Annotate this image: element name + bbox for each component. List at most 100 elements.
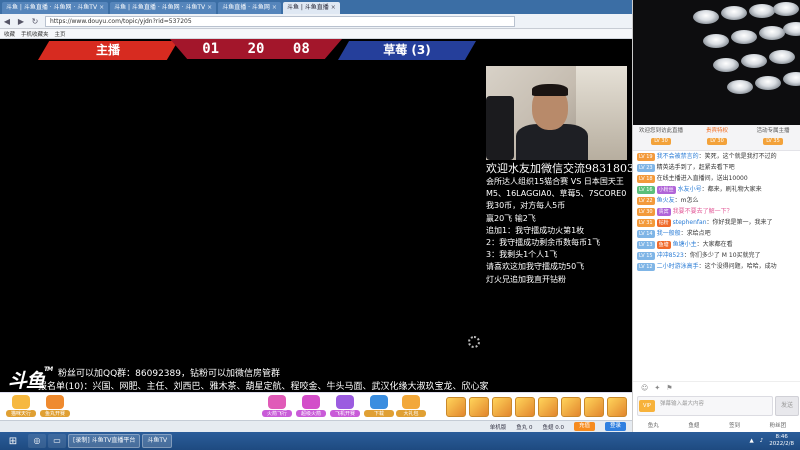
- chat-nickname[interactable]: stephenfan: [673, 219, 707, 226]
- gift-icon: [46, 395, 64, 409]
- forward-icon[interactable]: ▶: [14, 15, 28, 28]
- chat-nickname[interactable]: 水友小号: [678, 186, 702, 193]
- network-icon[interactable]: ▲: [750, 438, 754, 444]
- side-panel: 欢迎您到访此直播 LV 30 贵宾特权 LV 30 活动专属主播 LV 35 LV 1…: [632, 0, 800, 432]
- gift-icon: [336, 395, 354, 409]
- dice-cup-icon: [755, 76, 781, 90]
- chat-message[interactable]: LV 23 精英选手到了，赶紧去看下吧: [633, 162, 800, 173]
- timer-seconds: 08: [292, 41, 310, 57]
- gift-icon[interactable]: ✦: [654, 384, 660, 392]
- gift-label: 飞机开赛: [330, 410, 360, 417]
- side-tab-1[interactable]: 欢迎您到访此直播 LV 30: [633, 125, 689, 150]
- status-item: 鱼翅 0.0: [542, 424, 564, 431]
- send-button[interactable]: 发送: [775, 396, 799, 416]
- gift-slot-icon[interactable]: [538, 397, 558, 417]
- gift-slot-icon[interactable]: [446, 397, 466, 417]
- gift-icon: [402, 395, 420, 409]
- chat-message[interactable]: LV 31 钻粉 stephenfan：你好我是第一，我来了: [633, 217, 800, 228]
- gift-item[interactable]: 大礼包: [396, 395, 426, 419]
- taskbar-item[interactable]: [录制] 斗鱼TV直播平台: [68, 434, 141, 448]
- gift-item[interactable]: 飞机开赛: [330, 395, 360, 419]
- browser-tab-3[interactable]: 斗鱼直播 · 斗鱼网 ×: [218, 2, 281, 14]
- gift-slot-icon[interactable]: [584, 397, 604, 417]
- chat-nickname[interactable]: 冲冲8523: [657, 252, 684, 259]
- chat-nickname[interactable]: 鱼塘小主: [673, 241, 697, 248]
- chat-message[interactable]: LV 18 在线主播进入直播间，送出10000: [633, 173, 800, 184]
- close-icon[interactable]: ×: [99, 2, 104, 14]
- bookmark-item[interactable]: 手机收藏夹: [21, 30, 49, 38]
- user-level-badge: LV 31: [637, 219, 655, 227]
- chair: [486, 96, 514, 160]
- chat-nickname[interactable]: 我一般般: [657, 230, 681, 237]
- start-menu-icon[interactable]: ⊞: [0, 432, 26, 450]
- gift-item[interactable]: 下载: [364, 395, 394, 419]
- tray-clock[interactable]: 8:46 2022/2/8: [769, 434, 794, 448]
- footer-item[interactable]: 鱼翅: [688, 421, 699, 429]
- gift-item[interactable]: 鱼丸开赛: [40, 395, 70, 419]
- bookmark-item[interactable]: 主页: [55, 30, 66, 38]
- side-video-thumbnail[interactable]: [633, 0, 800, 125]
- browser-tab-4[interactable]: 斗鱼 | 斗鱼直播 ×: [282, 2, 340, 14]
- login-button[interactable]: 登录: [604, 422, 626, 431]
- gift-slot-icon[interactable]: [492, 397, 512, 417]
- footer-item[interactable]: 签到: [729, 421, 740, 429]
- gift-item[interactable]: 火箭飞行: [262, 395, 292, 419]
- chat-text: ：你好我是第一，我来了: [706, 219, 773, 226]
- chat-message[interactable]: LV 15 冲冲8523：你们多少了 M 10买就完了: [633, 250, 800, 261]
- chat-nickname[interactable]: 鱼火友: [657, 197, 675, 204]
- loading-spinner-icon: [468, 336, 480, 348]
- timer-hours: 01: [202, 41, 220, 57]
- user-level-badge: LV 14: [637, 230, 655, 238]
- stream-video[interactable]: 欢迎水友加微信交流9831803 会所达人组织15猫合赛 VS 日本国天王 M5…: [0, 62, 634, 392]
- gift-label: 猫咪天行: [6, 410, 36, 417]
- flag-icon[interactable]: ⚑: [666, 384, 672, 392]
- gift-slot-icon[interactable]: [515, 397, 535, 417]
- chat-message[interactable]: LV 22 鱼火友：m怎么: [633, 195, 800, 206]
- tab-label: 斗鱼 | 斗鱼直播: [286, 4, 329, 11]
- streamer-hair: [532, 84, 568, 96]
- vip-icon[interactable]: VIP: [639, 400, 655, 412]
- browser-tab-2[interactable]: 斗鱼 | 斗鱼直播 · 斗鱼网 · 斗鱼TV ×: [110, 2, 217, 14]
- chat-message[interactable]: LV 14 我一般般：求给点吧: [633, 228, 800, 239]
- side-tab-2[interactable]: 贵宾特权 LV 30: [689, 125, 745, 150]
- gift-icon: [12, 395, 30, 409]
- emoji-icon[interactable]: ☺: [641, 384, 648, 392]
- ticker-line-2: 报名单(10)：兴国、网肥、主任、刘西巴、雅木茶、葫星定航、程咬金、牛头马面、武…: [38, 382, 489, 392]
- chrome-icon[interactable]: ◎: [28, 434, 46, 448]
- refresh-icon[interactable]: ↻: [28, 15, 42, 28]
- gift-item[interactable]: 猫咪天行: [6, 395, 36, 419]
- chat-nickname[interactable]: 二小时游泳高手: [657, 263, 699, 270]
- close-icon[interactable]: ×: [207, 2, 212, 14]
- footer-item[interactable]: 鱼丸: [648, 421, 659, 429]
- status-item[interactable]: 单机版: [490, 423, 507, 431]
- charge-button[interactable]: 充值: [573, 422, 595, 431]
- volume-icon[interactable]: ♪: [760, 438, 764, 444]
- gift-slot-icon[interactable]: [561, 397, 581, 417]
- taskbar-item[interactable]: 斗鱼TV: [142, 434, 173, 448]
- gift-slot-icon[interactable]: [607, 397, 627, 417]
- tray-time: 8:46: [775, 434, 788, 440]
- close-icon[interactable]: ×: [272, 2, 277, 14]
- close-icon[interactable]: ×: [331, 2, 336, 14]
- chat-message[interactable]: LV 30 贵宾 我要不要去了解一下？: [633, 206, 800, 217]
- chat-input[interactable]: 弹幕输入最大内容: [637, 396, 773, 416]
- folder-icon[interactable]: ▭: [48, 434, 66, 448]
- chat-message[interactable]: LV 13 鱼塘 鱼塘小主：大家都在看: [633, 239, 800, 250]
- score-banner: 主播 01 20 08 草莓 (3): [0, 39, 632, 62]
- back-icon[interactable]: ◀: [0, 15, 14, 28]
- side-tab-3[interactable]: 活动专属主播 LV 35: [745, 125, 800, 150]
- chat-nickname[interactable]: 我不会被禁言的: [657, 153, 699, 160]
- notice-line: M5、16LAGGIA0、草莓5、7SCORE0: [486, 189, 627, 199]
- gift-slot-icon[interactable]: [469, 397, 489, 417]
- chat-list[interactable]: LV 19 我不会被禁言的：笑死，这个就是我打不过的 LV 23 精英选手到了，赶紧去…: [633, 151, 800, 381]
- bookmark-item[interactable]: 收藏: [4, 30, 15, 38]
- chat-message[interactable]: LV 19 我不会被禁言的：笑死，这个就是我打不过的: [633, 151, 800, 162]
- url-input[interactable]: https://www.douyu.com/topic/yjdn?rid=537…: [45, 15, 515, 27]
- footer-item[interactable]: 粉丝团: [770, 421, 787, 429]
- gift-label: 火箭飞行: [262, 410, 292, 417]
- chat-message[interactable]: LV 12 二小时游泳高手：这个没得问题，哈哈，成功: [633, 261, 800, 272]
- browser-tab-1[interactable]: 斗鱼 | 斗鱼直播 · 斗鱼网 · 斗鱼TV ×: [2, 2, 109, 14]
- chat-message[interactable]: LV 16 小粉丝 水友小号：都来，刷礼物大家来: [633, 184, 800, 195]
- tab-label: 斗鱼 | 斗鱼直播 · 斗鱼网 · 斗鱼TV: [114, 4, 206, 11]
- gift-item[interactable]: 超级火箭: [296, 395, 326, 419]
